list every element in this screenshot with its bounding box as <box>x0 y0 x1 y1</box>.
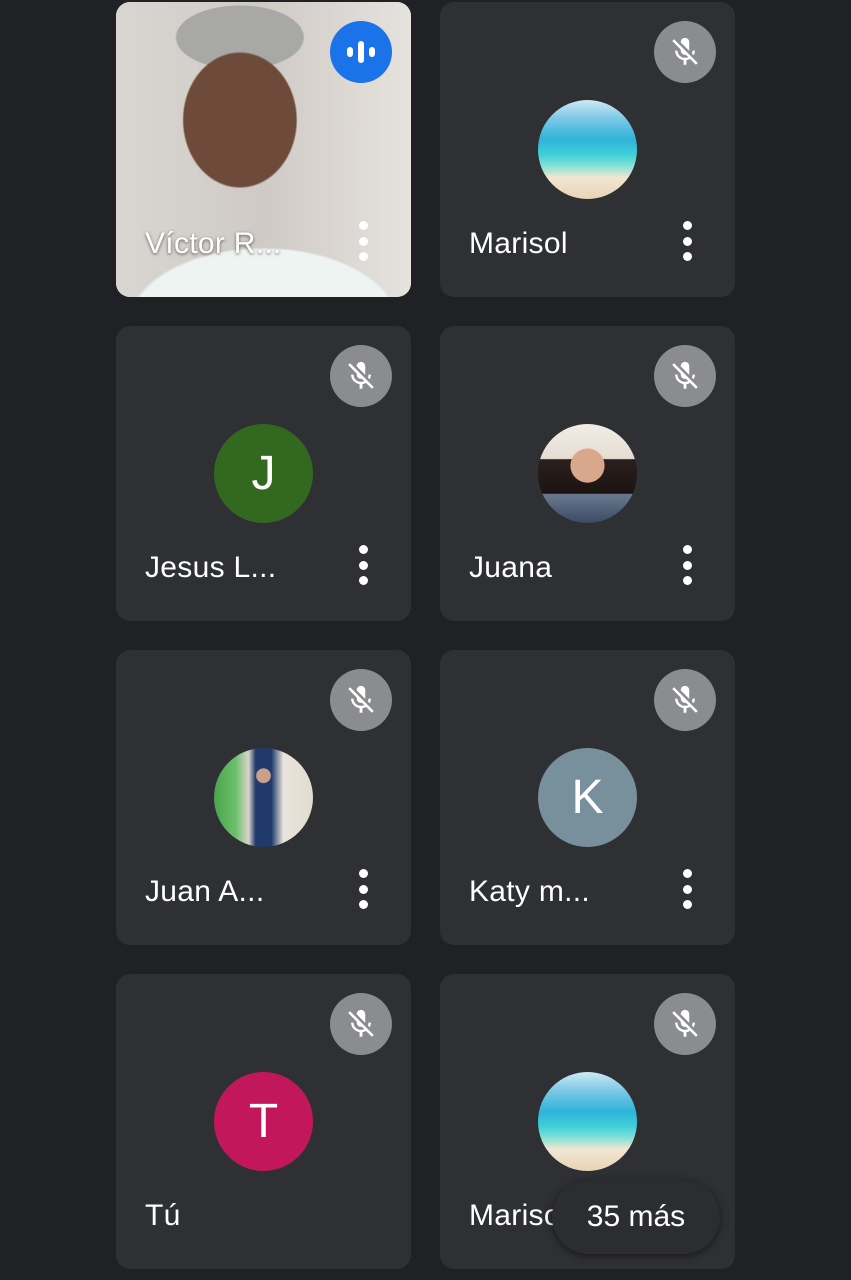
participant-avatar <box>538 424 637 523</box>
more-options-button[interactable] <box>677 219 697 263</box>
more-vert-icon <box>682 221 692 230</box>
participant-name: Juan A... <box>145 875 265 908</box>
participant-tile-jesus[interactable]: J Jesus L... <box>116 326 411 621</box>
more-vert-icon <box>358 221 368 230</box>
more-options-button[interactable] <box>677 867 697 911</box>
mic-off-icon <box>330 345 392 407</box>
participant-name: Katy m... <box>469 875 591 908</box>
mic-off-icon <box>330 993 392 1055</box>
more-vert-icon <box>682 869 692 878</box>
participant-avatar: T <box>214 1072 313 1171</box>
participant-name: Juana <box>469 551 553 584</box>
more-participants-button[interactable]: 35 más <box>552 1180 720 1254</box>
participant-grid: Víctor R... Marisol J Jesus L... Juana J… <box>0 0 851 1280</box>
participant-tile-victor[interactable]: Víctor R... <box>116 2 411 297</box>
participant-avatar <box>214 748 313 847</box>
more-options-button[interactable] <box>353 867 373 911</box>
participant-tile-marisol[interactable]: Marisol <box>440 2 735 297</box>
participant-tile-juana[interactable]: Juana <box>440 326 735 621</box>
participant-avatar <box>538 1072 637 1171</box>
participant-avatar: K <box>538 748 637 847</box>
more-vert-icon <box>358 869 368 878</box>
participant-tile-katy[interactable]: K Katy m... <box>440 650 735 945</box>
participant-name: Marisol <box>469 227 568 260</box>
mic-off-icon <box>654 345 716 407</box>
more-vert-icon <box>682 545 692 554</box>
more-options-button[interactable] <box>353 219 373 263</box>
more-vert-icon <box>358 545 368 554</box>
mic-off-icon <box>330 669 392 731</box>
participant-avatar: J <box>214 424 313 523</box>
audio-level-icon <box>330 21 392 83</box>
participant-name: Tú <box>145 1199 181 1232</box>
participant-avatar <box>538 100 637 199</box>
participant-tile-self[interactable]: T Tú <box>116 974 411 1269</box>
more-options-button[interactable] <box>677 543 697 587</box>
participant-name: Víctor R... <box>145 227 282 260</box>
mic-off-icon <box>654 993 716 1055</box>
mic-off-icon <box>654 669 716 731</box>
mic-off-icon <box>654 21 716 83</box>
more-options-button[interactable] <box>353 543 373 587</box>
participant-tile-juan[interactable]: Juan A... <box>116 650 411 945</box>
participant-name: Jesus L... <box>145 551 277 584</box>
